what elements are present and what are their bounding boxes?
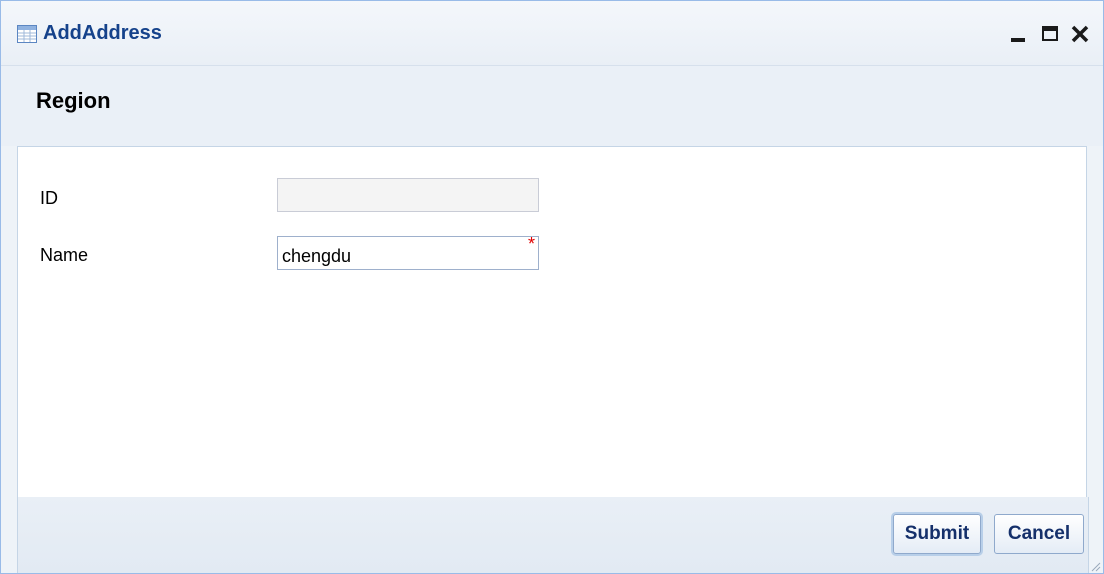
required-marker: * bbox=[528, 234, 536, 254]
id-field[interactable] bbox=[277, 178, 539, 212]
form-table-icon bbox=[17, 25, 37, 43]
id-label: ID bbox=[40, 188, 58, 208]
form-panel: ID Name * bbox=[17, 146, 1087, 498]
cancel-button[interactable]: Cancel bbox=[994, 514, 1084, 554]
minimize-icon[interactable] bbox=[1005, 19, 1031, 49]
close-icon[interactable] bbox=[1067, 19, 1093, 49]
resize-grip-icon[interactable] bbox=[1089, 559, 1101, 572]
region-title: Region bbox=[36, 88, 111, 113]
name-field[interactable] bbox=[277, 236, 539, 270]
maximize-icon[interactable] bbox=[1037, 19, 1063, 49]
submit-button[interactable]: Submit bbox=[893, 514, 981, 554]
window-titlebar[interactable]: AddAddress bbox=[1, 1, 1103, 66]
button-bar: Submit Cancel bbox=[17, 497, 1089, 573]
name-label: Name bbox=[40, 245, 89, 265]
region-header: Region bbox=[1, 66, 1103, 146]
add-address-window: AddAddress Region ID Name * Su bbox=[0, 0, 1104, 574]
window-title: AddAddress bbox=[43, 22, 162, 44]
